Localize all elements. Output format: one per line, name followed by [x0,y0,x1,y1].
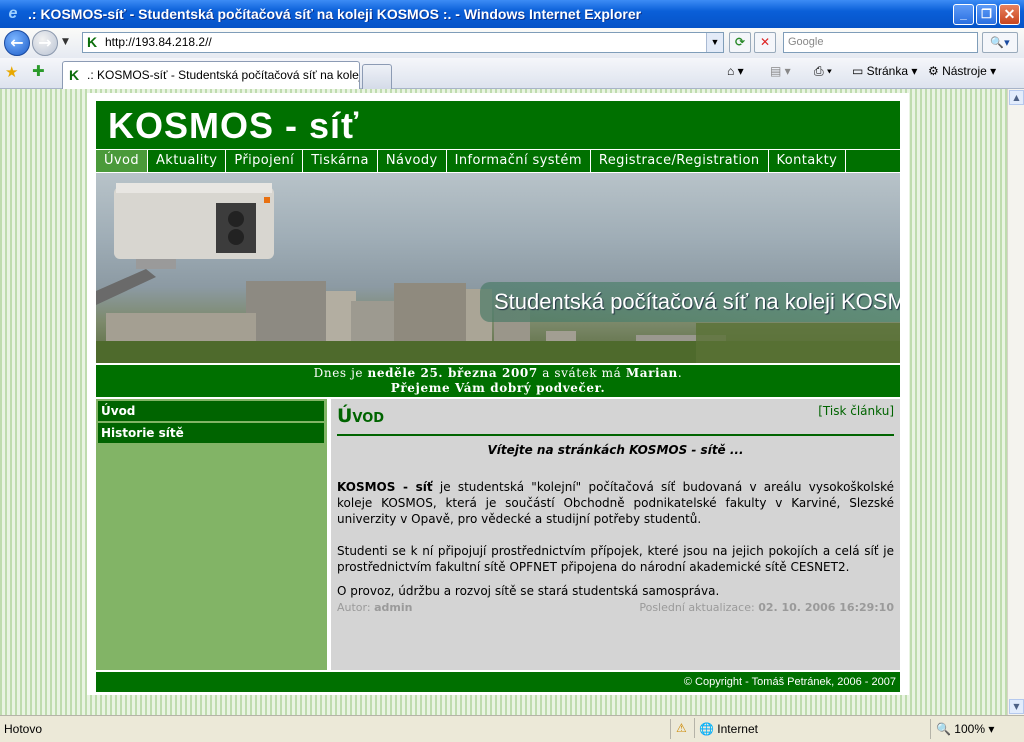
site-footer: © Copyright - Tomáš Petránek, 2006 - 200… [96,672,900,692]
address-toolbar: ← → ▼ K http://193.84.218.2// ▼ ⟳ ✕ Goog… [0,28,1024,58]
protected-mode-icon[interactable]: ⚠ [676,721,687,735]
search-input[interactable]: Google [783,32,978,53]
forward-button[interactable]: → [32,30,58,56]
date-day: neděle 25. března 2007 [367,366,538,380]
print-article-link[interactable]: [Tisk článku] [818,404,894,418]
scroll-down-icon[interactable]: ▼ [1009,699,1024,714]
security-zone[interactable]: 🌐 Internet [699,722,758,736]
zoom-control[interactable]: 🔍 100% ▾ [936,722,994,736]
menu-item-uvod[interactable]: Úvod [96,150,149,172]
paragraph-2: Studenti se k ní připojují prostřednictv… [337,544,894,574]
ie-logo-icon: e [8,5,18,22]
feeds-icon[interactable]: ▤ ▾ [770,64,791,78]
print-icon[interactable]: ⎙ ▾ [814,64,832,79]
menu-item-registrace[interactable]: Registrace/Registration [591,150,769,172]
search-button[interactable]: 🔍▾ [982,32,1018,53]
date-bar: Dnes je neděle 25. března 2007 a svátek … [96,365,900,397]
sidebar-item-historie[interactable]: Historie sítě [98,423,324,443]
scroll-up-icon[interactable]: ▲ [1009,90,1024,105]
tools-menu-label: Nástroje [942,64,987,78]
window-title: .: KOSMOS-síť - Studentská počítačová sí… [28,6,642,22]
tab-toolbar: ★ ✚ K .: KOSMOS-síť - Studentská počítač… [0,58,1024,89]
site-logo[interactable]: KOSMOS - síť [108,106,359,146]
sidebar: Úvod Historie sítě [96,399,327,670]
nameday-name: Marian [625,366,678,380]
home-icon[interactable]: ⌂ ▾ [727,64,744,78]
paragraph-1: KOSMOS - síť je studentská "kolejní" poč… [337,479,894,527]
page-menu[interactable]: ▭ Stránka ▾ [852,64,917,78]
menu-item-navody[interactable]: Návody [378,150,447,172]
greeting: Přejeme Vám dobrý podvečer. [390,381,606,395]
menu-item-tiskarna[interactable]: Tiskárna [303,150,378,172]
new-tab-button[interactable] [362,64,392,89]
zoom-level: 100% [954,722,985,736]
address-bar[interactable]: K http://193.84.218.2// ▼ [82,32,724,53]
main-menu: Úvod Aktuality Připojení Tiskárna Návody… [96,149,900,172]
zoom-icon: 🔍 [936,722,951,736]
address-dropdown-icon[interactable]: ▼ [706,33,723,52]
site-favicon-icon: K [87,34,98,50]
date-line-1: Dnes je neděle 25. března 2007 a svátek … [96,366,900,381]
globe-icon: 🌐 [699,722,714,736]
date-end: . [677,366,683,380]
page-title: Úvod [337,405,385,427]
author-name: admin [374,601,413,614]
date-prefix: Dnes je [313,366,368,380]
add-favorites-icon[interactable]: ✚ [32,62,45,80]
status-separator [694,718,695,738]
menu-item-informacni-system[interactable]: Informační systém [447,150,591,172]
welcome-text: Vítejte na stránkách KOSMOS - sítě ... [487,443,744,457]
address-text: http://193.84.218.2// [105,35,212,49]
tab-favicon-icon: K [69,67,80,83]
maximize-button[interactable]: ❐ [976,3,997,25]
status-separator [930,719,931,739]
banner-illustration [96,183,900,363]
banner-image: Studentská počítačová síť na koleji KOSM… [96,173,900,363]
status-separator [670,719,671,739]
vertical-scrollbar[interactable]: ▲ ▼ [1007,89,1024,715]
tab-title: .: KOSMOS-síť - Studentská počítačová sí… [87,68,360,82]
main-content: Úvod [Tisk článku] Vítejte na stránkách … [331,399,900,670]
updated-value: 02. 10. 2006 16:29:10 [758,601,894,614]
paragraph-1-bold: KOSMOS - síť [337,480,433,494]
sidebar-item-uvod[interactable]: Úvod [98,401,324,421]
page-menu-label: Stránka [866,64,909,78]
favorites-star-icon[interactable]: ★ [5,63,18,81]
refresh-button[interactable]: ⟳ [729,32,751,53]
site-header: KOSMOS - síť [96,101,900,149]
updated-label: Poslední aktualizace: [639,601,759,614]
close-button[interactable]: ✕ [999,3,1020,25]
tools-menu[interactable]: ⚙ Nástroje ▾ [928,64,996,78]
menu-item-kontakty[interactable]: Kontakty [769,150,847,172]
zone-label: Internet [717,722,758,736]
recent-pages-dropdown-icon[interactable]: ▼ [62,37,69,47]
author-label: Autor: [337,601,375,614]
tab-active[interactable]: K .: KOSMOS-síť - Studentská počítačová … [62,61,360,89]
banner-caption: Studentská počítačová síť na koleji KOSM… [480,282,900,322]
menu-item-aktuality[interactable]: Aktuality [148,150,227,172]
page-container: KOSMOS - síť Úvod Aktuality Připojení Ti… [87,93,909,695]
paragraph-3: O provoz, údržbu a rozvoj sítě se stará … [337,584,720,598]
back-button[interactable]: ← [4,30,30,56]
status-text: Hotovo [4,722,43,736]
status-bar: Hotovo ⚠ 🌐 Internet 🔍 100% ▾ [0,715,1024,742]
stop-button[interactable]: ✕ [754,32,776,53]
date-middle: a svátek má [537,366,626,380]
window-title-bar: e .: KOSMOS-síť - Studentská počítačová … [0,0,1024,28]
last-updated: Poslední aktualizace: 02. 10. 2006 16:29… [639,601,894,614]
minimize-button[interactable]: _ [953,3,974,25]
menu-item-pripojeni[interactable]: Připojení [226,150,304,172]
page-viewport: KOSMOS - síť Úvod Aktuality Připojení Ti… [0,89,1024,715]
title-divider [337,434,894,436]
article-meta: Autor: admin Poslední aktualizace: 02. 1… [337,601,894,614]
